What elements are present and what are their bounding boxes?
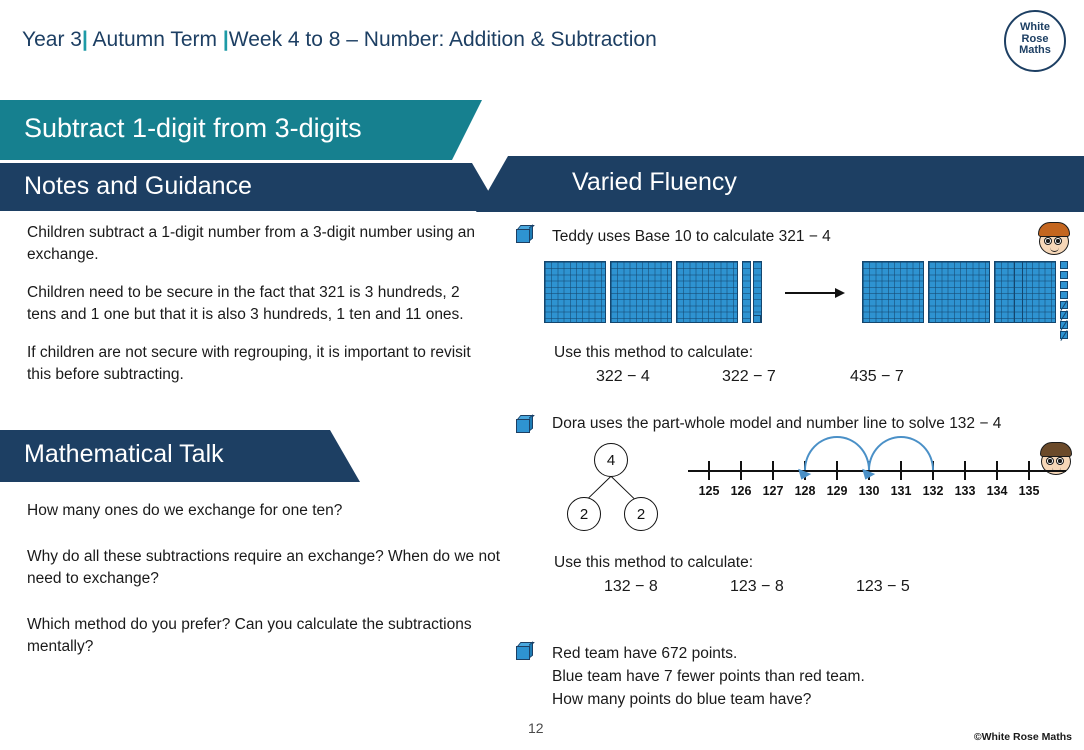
copyright-notice: ©White Rose Maths xyxy=(973,731,1072,743)
number-line-tick xyxy=(772,461,774,480)
logo-line-1: White xyxy=(1020,21,1050,33)
number-line: 125 126 127 128 129 130 131 132 133 134 … xyxy=(688,436,1066,508)
number-line-label: 128 xyxy=(794,484,816,498)
base10-hundred-flat xyxy=(928,261,990,323)
question-1-calculation: 435 − 7 xyxy=(850,368,904,385)
number-line-label: 125 xyxy=(698,484,720,498)
notes-body: Children subtract a 1-digit number from … xyxy=(27,222,489,402)
question-1-use-method: Use this method to calculate: xyxy=(554,344,754,361)
teddy-avatar xyxy=(1038,222,1072,256)
header-weeks: Week 4 to 8 – Number: Addition & Subtrac… xyxy=(228,28,657,51)
base10-ten-rod xyxy=(1014,261,1023,323)
number-line-tick xyxy=(1028,461,1030,480)
base10-one-cube xyxy=(1060,281,1068,289)
question-2-calculation: 132 − 8 xyxy=(604,578,658,595)
header-title: Year 3| Autumn Term |Week 4 to 8 – Numbe… xyxy=(22,28,657,52)
number-line-label: 134 xyxy=(986,484,1008,498)
header-separator-1: | xyxy=(81,28,88,51)
base10-one-cube-crossed xyxy=(1060,331,1068,339)
logo-line-3: Maths xyxy=(1019,44,1051,57)
header-term: Autumn Term xyxy=(92,28,218,51)
question-2-calculation: 123 − 8 xyxy=(730,578,784,595)
question-2-calculation: 123 − 5 xyxy=(856,578,910,595)
base10-one-cube-crossed xyxy=(1060,321,1068,329)
number-line-tick xyxy=(740,461,742,480)
page-number: 12 xyxy=(528,720,544,736)
talk-paragraph: Why do all these subtractions require an… xyxy=(27,548,501,587)
part-whole-whole: 4 xyxy=(594,443,628,477)
base10-hundred-flat xyxy=(862,261,924,323)
base10-hundred-flat xyxy=(676,261,738,323)
notes-paragraph: Children need to be secure in the fact t… xyxy=(27,284,464,323)
number-line-label: 131 xyxy=(890,484,912,498)
question-1-calculation: 322 − 4 xyxy=(596,368,650,385)
question-2-use-method: Use this method to calculate: xyxy=(554,554,754,571)
base10-one-cube xyxy=(753,315,761,323)
base10-one-cube xyxy=(1060,261,1068,269)
talk-heading: Mathematical Talk xyxy=(24,440,224,468)
talk-paragraph: Which method do you prefer? Can you calc… xyxy=(27,616,472,655)
varied-fluency-heading: Varied Fluency xyxy=(572,168,737,196)
question-bullet-cube-icon xyxy=(516,641,535,660)
part-whole-part: 2 xyxy=(567,497,601,531)
number-line-tick xyxy=(964,461,966,480)
notes-heading: Notes and Guidance xyxy=(24,172,252,200)
number-line-label: 132 xyxy=(922,484,944,498)
talk-paragraph: How many ones do we exchange for one ten… xyxy=(27,502,343,519)
notes-paragraph: If children are not secure with regroupi… xyxy=(27,344,471,383)
number-line-label: 135 xyxy=(1018,484,1040,498)
number-line-label: 130 xyxy=(858,484,880,498)
lesson-title: Subtract 1-digit from 3-digits xyxy=(24,113,362,143)
question-bullet-cube-icon xyxy=(516,414,535,433)
base10-ten-rod xyxy=(742,261,751,323)
varied-fluency-banner: Varied Fluency xyxy=(476,156,1084,212)
number-line-tick xyxy=(996,461,998,480)
white-rose-maths-logo: White Rose Maths xyxy=(1004,10,1066,72)
notes-paragraph: Children subtract a 1-digit number from … xyxy=(27,224,476,263)
page-header: Year 3| Autumn Term |Week 4 to 8 – Numbe… xyxy=(0,0,1084,82)
base10-ten-rod xyxy=(753,261,762,323)
number-line-label: 127 xyxy=(762,484,784,498)
question-1-calculation: 322 − 7 xyxy=(722,368,776,385)
number-line-jump-arc xyxy=(794,436,870,483)
base10-one-cube xyxy=(1060,291,1068,299)
number-line-label: 126 xyxy=(730,484,752,498)
question-bullet-cube-icon xyxy=(516,224,535,243)
question-3-line: Blue team have 7 fewer points than red t… xyxy=(552,668,865,685)
question-2-prompt: Dora uses the part-whole model and numbe… xyxy=(552,415,1002,432)
number-line-tick xyxy=(708,461,710,480)
number-line-jump-arc xyxy=(858,436,934,483)
base10-one-cube xyxy=(1060,271,1068,279)
question-3-line: How many points do blue team have? xyxy=(552,691,812,708)
base10-one-cube-crossed xyxy=(1060,311,1068,319)
lesson-title-banner: Subtract 1-digit from 3-digits xyxy=(0,100,482,160)
mathematical-talk-banner: Mathematical Talk xyxy=(0,430,360,482)
base10-hundred-flat xyxy=(994,261,1056,323)
question-1-prompt: Teddy uses Base 10 to calculate 321 − 4 xyxy=(552,228,831,245)
number-line-label: 129 xyxy=(826,484,848,498)
slide-page: Year 3| Autumn Term |Week 4 to 8 – Numbe… xyxy=(0,0,1084,750)
base10-hundred-flat xyxy=(544,261,606,323)
part-whole-part: 2 xyxy=(624,497,658,531)
number-line-label: 133 xyxy=(954,484,976,498)
base10-one-cube-crossed xyxy=(1060,301,1068,309)
base10-hundred-flat xyxy=(610,261,672,323)
header-year: Year 3 xyxy=(22,28,82,51)
question-3-line: Red team have 672 points. xyxy=(552,645,738,662)
number-line-axis xyxy=(688,470,1066,472)
talk-body: How many ones do we exchange for one ten… xyxy=(27,500,502,682)
notes-and-guidance-banner: Notes and Guidance xyxy=(0,163,500,211)
